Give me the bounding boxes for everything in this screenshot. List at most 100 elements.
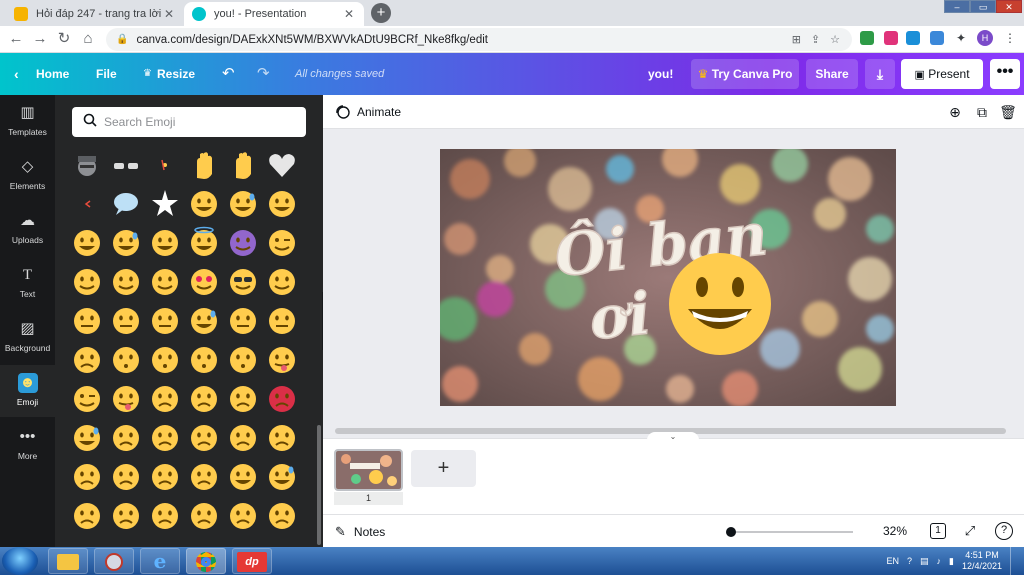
sad-emoji[interactable] (109, 499, 143, 533)
back-icon[interactable]: ← (6, 29, 26, 49)
try-canva-pro-button[interactable]: ♛ Try Canva Pro (691, 59, 799, 89)
shield-extension-icon[interactable] (860, 31, 874, 45)
network-icon[interactable]: ▤ (920, 556, 929, 567)
browser-menu-icon[interactable]: ⋮ (1003, 31, 1017, 45)
kiss-emoji[interactable] (187, 343, 221, 377)
glasses-emoji[interactable] (109, 148, 143, 182)
cry-emoji[interactable] (265, 460, 299, 494)
address-bar[interactable]: 🔒 canva.com/design/DAExkXNt5WM/BXWVkADtU… (106, 28, 852, 51)
neutral-emoji[interactable] (70, 304, 104, 338)
internet-explorer-taskbar-icon[interactable]: e (140, 548, 180, 574)
sad-emoji[interactable] (265, 499, 299, 533)
sad-emoji[interactable] (70, 343, 104, 377)
resize-button[interactable]: Resize (157, 53, 195, 95)
spark-emoji[interactable] (148, 148, 182, 182)
sad-emoji[interactable] (187, 421, 221, 455)
translate-icon[interactable]: ⊞ (792, 33, 801, 46)
sad-emoji[interactable] (265, 421, 299, 455)
home-button[interactable]: Home (36, 53, 69, 95)
help-tray-icon[interactable]: ? (907, 556, 912, 566)
spy-emoji[interactable] (70, 148, 104, 182)
home-icon[interactable]: ⌂ (78, 29, 98, 49)
devil-emoji[interactable] (226, 226, 260, 260)
fullscreen-icon[interactable]: ⤢ (961, 522, 979, 540)
sidebar-item-templates[interactable]: ▥ Templates (0, 95, 55, 147)
hand-emoji[interactable] (226, 148, 260, 182)
browser-tab-hoidap[interactable]: Hỏi đáp 247 - trang tra lời ✕ (6, 2, 184, 26)
design-canvas[interactable]: Ôi bạn ơi (440, 149, 896, 406)
sidebar-item-background[interactable]: ▨ Background (0, 311, 55, 363)
sidebar-item-text[interactable]: T Text (0, 257, 55, 309)
smile-emoji[interactable] (109, 265, 143, 299)
file-menu-button[interactable]: File (96, 53, 117, 95)
design-title[interactable]: you! (648, 53, 673, 95)
show-desktop-button[interactable] (1010, 547, 1020, 575)
dash-emoji[interactable] (70, 187, 104, 221)
neutral-emoji[interactable] (148, 304, 182, 338)
start-button[interactable] (2, 547, 38, 575)
grinning-face-emoji[interactable] (669, 253, 771, 355)
cry-emoji[interactable] (226, 187, 260, 221)
grin-emoji[interactable] (265, 187, 299, 221)
battery-icon[interactable]: ▮ (949, 556, 954, 567)
sad-emoji[interactable] (187, 499, 221, 533)
bubble-emoji[interactable] (109, 187, 143, 221)
undo-icon[interactable]: ↶ (222, 53, 235, 95)
add-page-button[interactable]: + (411, 450, 476, 487)
grin-emoji[interactable] (187, 187, 221, 221)
sidebar-item-elements[interactable]: ◇ Elements (0, 149, 55, 201)
puzzle-extension-icon[interactable]: ✦ (954, 31, 968, 45)
chrome-taskbar-icon[interactable] (186, 548, 226, 574)
wink-emoji[interactable] (265, 226, 299, 260)
sad-emoji[interactable] (148, 382, 182, 416)
duplicate-page-icon[interactable]: ⧉ (973, 103, 991, 121)
zoom-value[interactable]: 32% (883, 524, 907, 538)
language-indicator[interactable]: EN (886, 556, 899, 566)
animate-button[interactable]: Animate (335, 104, 401, 119)
page-thumbnail[interactable] (334, 449, 403, 491)
system-clock[interactable]: 4:51 PM 12/4/2021 (962, 550, 1002, 572)
close-tab-icon[interactable]: ✕ (342, 7, 356, 21)
cool-emoji[interactable] (226, 265, 260, 299)
angry-emoji[interactable] (148, 421, 182, 455)
grin-emoji[interactable] (226, 460, 260, 494)
close-window-button[interactable]: ✕ (996, 0, 1022, 13)
zoom-slider-knob[interactable] (726, 527, 736, 537)
share-button[interactable]: Share (806, 59, 858, 89)
dp-app-taskbar-icon[interactable]: dp (232, 548, 272, 574)
smile-emoji[interactable] (70, 265, 104, 299)
search-emoji-input[interactable] (72, 107, 306, 137)
maximize-window-button[interactable]: ▭ (970, 0, 996, 13)
kiss-emoji[interactable] (226, 343, 260, 377)
panel-scrollbar[interactable] (317, 425, 321, 545)
redo-icon[interactable]: ↷ (257, 53, 270, 95)
sad-emoji[interactable] (109, 421, 143, 455)
notes-button[interactable]: ✎ Notes (335, 524, 385, 540)
sad-emoji[interactable] (109, 460, 143, 494)
angry-emoji[interactable] (265, 382, 299, 416)
sad-emoji[interactable] (70, 460, 104, 494)
volume-icon[interactable]: ♪ (937, 556, 942, 566)
sweat-emoji[interactable] (187, 304, 221, 338)
neutral-emoji[interactable] (109, 304, 143, 338)
sweat-emoji[interactable] (109, 226, 143, 260)
square-extension-icon[interactable] (906, 31, 920, 45)
sidebar-item-emoji[interactable]: ☻ Emoji (0, 365, 55, 417)
angry-emoji[interactable] (226, 382, 260, 416)
page-count-button[interactable]: 1 (930, 523, 946, 539)
bookmark-star-icon[interactable]: ☆ (830, 33, 840, 46)
grin-emoji[interactable] (148, 226, 182, 260)
tongue-emoji[interactable] (265, 343, 299, 377)
sad-emoji[interactable] (226, 421, 260, 455)
sidebar-item-more[interactable]: ••• More (0, 419, 55, 471)
kiss-emoji[interactable] (109, 343, 143, 377)
minimize-window-button[interactable]: – (944, 0, 970, 13)
sad-emoji[interactable] (187, 382, 221, 416)
share-page-icon[interactable]: ⇪ (811, 33, 820, 46)
love-emoji[interactable] (187, 265, 221, 299)
close-tab-icon[interactable]: ✕ (162, 7, 176, 21)
heart-emoji[interactable] (265, 148, 299, 182)
sad-emoji[interactable] (148, 460, 182, 494)
paint-taskbar-icon[interactable] (94, 548, 134, 574)
halo-emoji[interactable] (187, 226, 221, 260)
